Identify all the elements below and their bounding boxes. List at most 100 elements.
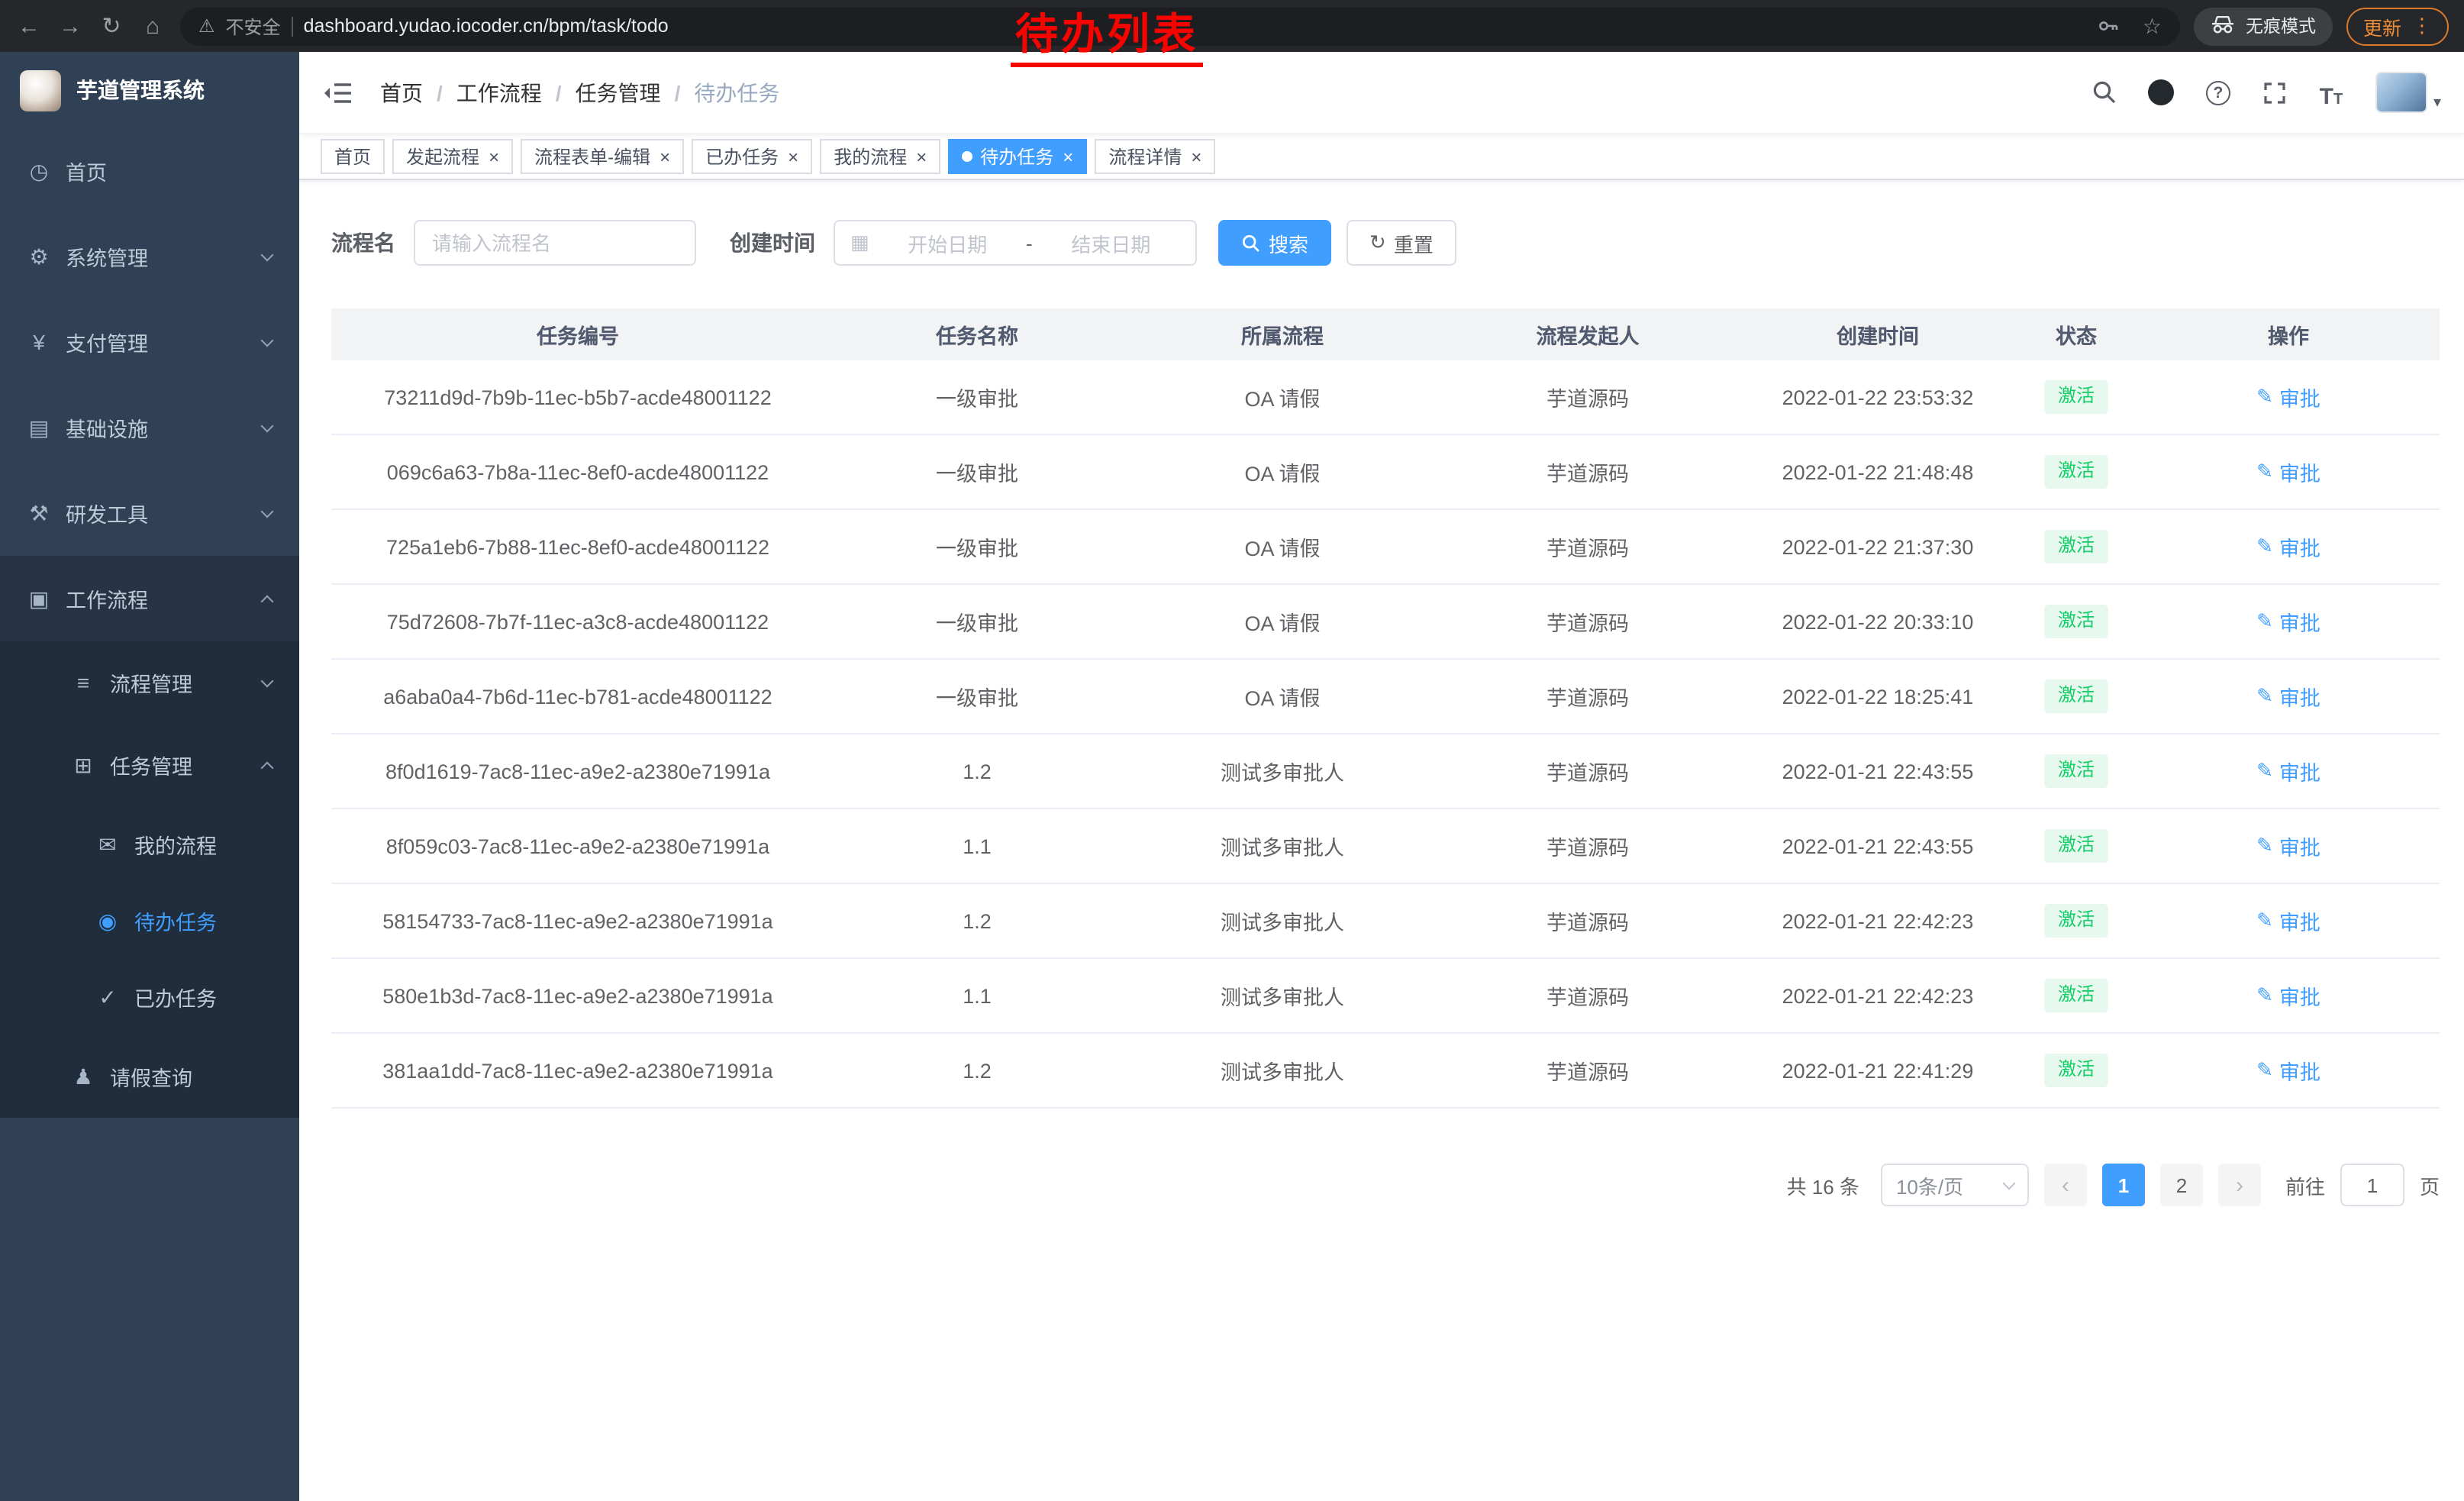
- created-cell: 2022-01-21 22:42:23: [1740, 909, 2015, 932]
- browser-back-icon[interactable]: ←: [15, 15, 43, 37]
- audit-link[interactable]: ✎ 审批: [2256, 382, 2320, 412]
- sidebar-menu: ◷ 首页 ⚙ 系统管理 ¥ 支付管理 ▤ 基: [0, 128, 299, 1118]
- url-text[interactable]: dashboard.yudao.iocoder.cn/bpm/task/todo: [304, 15, 2083, 37]
- next-page-button[interactable]: ›: [2218, 1164, 2261, 1206]
- main-area: 首页 / 工作流程 / 任务管理 / 待办任务 ?: [299, 52, 2464, 1501]
- breadcrumb-workflow[interactable]: 工作流程: [456, 77, 542, 108]
- avatar[interactable]: [2375, 72, 2427, 113]
- chevron-icon: [261, 596, 274, 608]
- reset-button[interactable]: ↻ 重置: [1346, 220, 1456, 266]
- tools-icon: ⚒: [26, 500, 52, 526]
- bookmark-star-icon[interactable]: ☆: [2143, 13, 2162, 39]
- audit-link[interactable]: ✎ 审批: [2256, 980, 2320, 1011]
- tab-close-icon[interactable]: ×: [1063, 147, 1073, 166]
- end-date-placeholder[interactable]: 结束日期: [1042, 228, 1180, 257]
- table-row: 725a1eb6-7b88-11ec-8ef0-acde48001122 一级审…: [331, 510, 2440, 585]
- help-icon[interactable]: ?: [2203, 77, 2233, 108]
- created-cell: 2022-01-22 21:48:48: [1740, 460, 2015, 483]
- tab-close-icon[interactable]: ×: [660, 147, 670, 166]
- page-button-1[interactable]: 1: [2102, 1164, 2145, 1206]
- pagination-total: 共 16 条: [1787, 1170, 1859, 1199]
- browser-forward-icon[interactable]: →: [56, 15, 84, 37]
- task-name-cell: 1.2: [824, 1059, 1130, 1082]
- status-cell: 激活: [2015, 605, 2137, 638]
- created-cell: 2022-01-21 22:43:55: [1740, 834, 2015, 857]
- status-badge: 激活: [2044, 979, 2108, 1012]
- breadcrumb-separator: /: [675, 80, 681, 105]
- tab-done-tasks[interactable]: 已办任务 ×: [692, 139, 812, 174]
- status-cell: 激活: [2015, 380, 2137, 413]
- browser-home-icon[interactable]: ⌂: [139, 15, 166, 37]
- sidebar-item-infra[interactable]: ▤ 基础设施: [0, 385, 299, 470]
- sidebar-item-process-mgmt[interactable]: ≡ 流程管理: [0, 641, 299, 724]
- process-name-input[interactable]: [414, 220, 696, 266]
- audit-link[interactable]: ✎ 审批: [2256, 606, 2320, 637]
- audit-link[interactable]: ✎ 审批: [2256, 1055, 2320, 1086]
- sidebar-item-devtools[interactable]: ⚒ 研发工具: [0, 470, 299, 556]
- sidebar-item-home[interactable]: ◷ 首页: [0, 128, 299, 214]
- col-task-id: 任务编号: [331, 319, 824, 350]
- sidebar-item-my-process[interactable]: ✉ 我的流程: [0, 806, 299, 883]
- app-title: 芋道管理系统: [76, 75, 205, 105]
- security-label[interactable]: 不安全: [226, 13, 281, 39]
- tab-close-icon[interactable]: ×: [916, 147, 927, 166]
- tab-close-icon[interactable]: ×: [1191, 147, 1201, 166]
- status-badge: 激活: [2044, 1054, 2108, 1086]
- tab-form-edit[interactable]: 流程表单-编辑 ×: [521, 139, 684, 174]
- page-size-select[interactable]: 10条/页: [1881, 1164, 2029, 1206]
- address-bar[interactable]: ⚠ 不安全 dashboard.yudao.iocoder.cn/bpm/tas…: [180, 7, 2180, 45]
- audit-link[interactable]: ✎ 审批: [2256, 531, 2320, 562]
- sidebar-item-workflow[interactable]: ▣ 工作流程: [0, 556, 299, 641]
- browser-update-button[interactable]: 更新 ⋮: [2346, 7, 2449, 45]
- user-icon: ♟: [70, 1064, 96, 1089]
- audit-link[interactable]: ✎ 审批: [2256, 905, 2320, 936]
- table-body: 73211d9d-7b9b-11ec-b5b7-acde48001122 一级审…: [331, 360, 2440, 1109]
- date-range-picker[interactable]: ▦ 开始日期 - 结束日期: [834, 220, 1197, 266]
- edit-icon: ✎: [2256, 834, 2273, 858]
- fullscreen-icon[interactable]: [2259, 77, 2290, 108]
- table-row: 75d72608-7b7f-11ec-a3c8-acde48001122 一级审…: [331, 585, 2440, 660]
- breadcrumb-home[interactable]: 首页: [380, 77, 423, 108]
- breadcrumb-task-mgmt[interactable]: 任务管理: [576, 77, 661, 108]
- font-size-icon[interactable]: TT: [2316, 77, 2346, 108]
- goto-page-input[interactable]: [2340, 1164, 2404, 1206]
- table-row: 58154733-7ac8-11ec-a9e2-a2380e71991a 1.2…: [331, 884, 2440, 959]
- audit-link[interactable]: ✎ 审批: [2256, 831, 2320, 861]
- tab-close-icon[interactable]: ×: [788, 147, 798, 166]
- sidebar-item-done-tasks[interactable]: ✓ 已办任务: [0, 959, 299, 1035]
- tab-my-process[interactable]: 我的流程 ×: [820, 139, 940, 174]
- sidebar-item-system[interactable]: ⚙ 系统管理: [0, 214, 299, 299]
- start-date-placeholder[interactable]: 开始日期: [879, 228, 1017, 257]
- actions-cell: ✎ 审批: [2137, 831, 2440, 861]
- tab-todo-tasks[interactable]: 待办任务 ×: [948, 139, 1087, 174]
- browser-menu-dots-icon[interactable]: ⋮: [2412, 14, 2432, 38]
- app-logo-row[interactable]: 芋道管理系统: [0, 52, 299, 128]
- tab-home[interactable]: 首页: [321, 139, 385, 174]
- page-button-2[interactable]: 2: [2160, 1164, 2203, 1206]
- collapse-sidebar-icon[interactable]: [322, 79, 356, 106]
- starter-cell: 芋道源码: [1435, 831, 1740, 861]
- process-cell: 测试多审批人: [1130, 831, 1435, 861]
- chevron-icon: [261, 762, 274, 775]
- search-button[interactable]: 搜索: [1218, 220, 1331, 266]
- task-name-cell: 一级审批: [824, 382, 1130, 412]
- audit-link[interactable]: ✎ 审批: [2256, 681, 2320, 712]
- user-avatar-menu[interactable]: ▾: [2375, 72, 2441, 113]
- sidebar-item-task-mgmt[interactable]: ⊞ 任务管理: [0, 724, 299, 806]
- actions-cell: ✎ 审批: [2137, 382, 2440, 412]
- tab-close-icon[interactable]: ×: [489, 147, 499, 166]
- tab-start-process[interactable]: 发起流程 ×: [392, 139, 513, 174]
- prev-page-button[interactable]: ‹: [2044, 1164, 2087, 1206]
- browser-reload-icon[interactable]: ↻: [98, 15, 125, 37]
- sidebar-item-todo-tasks[interactable]: ◉ 待办任务: [0, 883, 299, 959]
- sidebar-item-payment[interactable]: ¥ 支付管理: [0, 299, 299, 385]
- status-badge: 激活: [2044, 904, 2108, 937]
- header-search-icon[interactable]: [2090, 77, 2121, 108]
- audit-link[interactable]: ✎ 审批: [2256, 457, 2320, 487]
- tab-process-detail[interactable]: 流程详情 ×: [1095, 139, 1215, 174]
- github-icon[interactable]: [2146, 77, 2177, 108]
- password-key-icon[interactable]: [2094, 11, 2124, 41]
- process-cell: OA 请假: [1130, 382, 1435, 412]
- audit-link[interactable]: ✎ 审批: [2256, 756, 2320, 786]
- sidebar-item-leave-query[interactable]: ♟ 请假查询: [0, 1035, 299, 1118]
